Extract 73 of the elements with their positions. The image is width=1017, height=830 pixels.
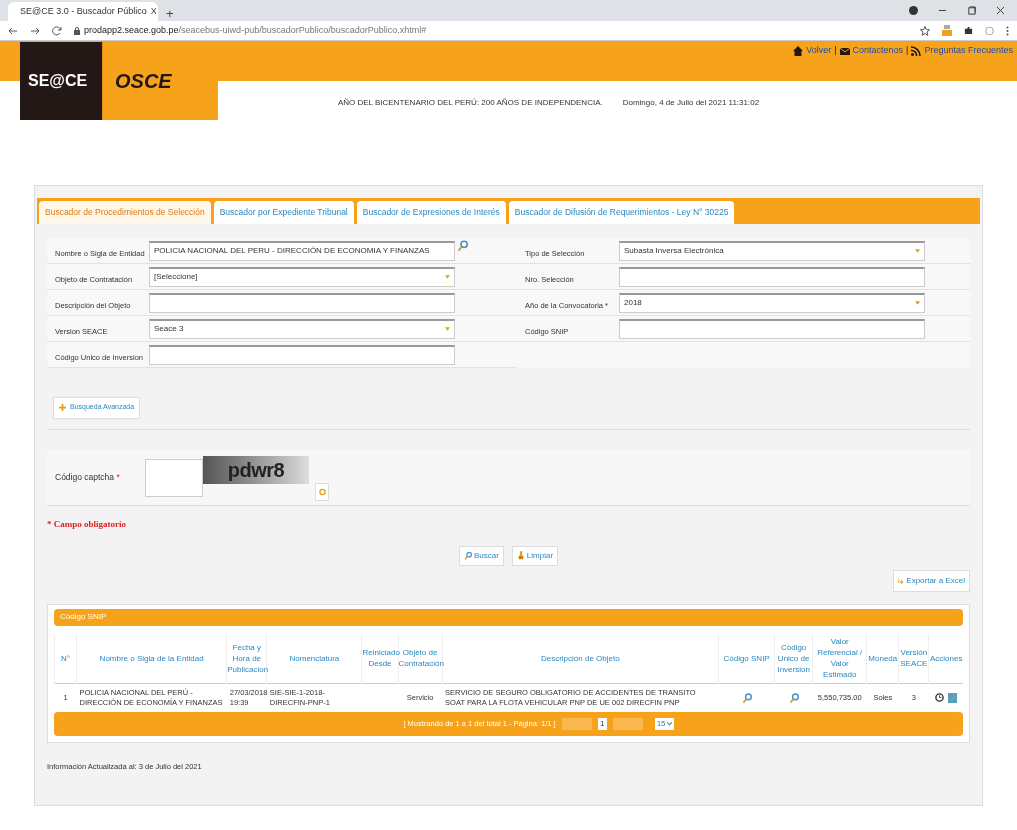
caret-icon bbox=[915, 301, 920, 305]
lock-icon bbox=[74, 26, 80, 35]
broom-icon bbox=[516, 551, 525, 560]
close-tab-button[interactable]: X bbox=[150, 4, 157, 19]
reload-icon[interactable] bbox=[52, 25, 62, 36]
captcha-image: pdwr8 bbox=[203, 456, 309, 484]
page-button[interactable]: 1 bbox=[597, 717, 607, 730]
refresh-captcha-button[interactable] bbox=[315, 483, 329, 501]
tab[interactable]: Buscador de Procedimientos de Selección bbox=[39, 201, 211, 224]
tab[interactable]: Buscador por Expediente Tribunal bbox=[213, 201, 354, 224]
caret-icon bbox=[915, 249, 920, 253]
profile-icon[interactable] bbox=[909, 6, 918, 15]
plus-icon bbox=[59, 404, 66, 411]
results-header: Código SNIP bbox=[54, 608, 963, 626]
rss-icon bbox=[911, 45, 922, 56]
back-icon[interactable] bbox=[8, 25, 18, 36]
tab-title: SE@CE 3.0 - Buscador Público bbox=[20, 4, 147, 18]
dropdown[interactable]: Seace 3 bbox=[149, 318, 455, 339]
column-header[interactable]: Versión SEACE bbox=[898, 633, 929, 684]
column-header[interactable]: Fecha y Hora de Publicacion bbox=[226, 633, 267, 684]
column-header[interactable]: Acciones bbox=[928, 633, 963, 684]
arrow-icon bbox=[898, 577, 905, 584]
column-header[interactable]: Moneda bbox=[866, 633, 899, 684]
column-header[interactable]: Nombre o Sigla de la Entidad bbox=[76, 633, 227, 684]
search-icon[interactable] bbox=[741, 691, 752, 704]
menu-icon[interactable] bbox=[1006, 25, 1009, 36]
search-icon[interactable] bbox=[788, 691, 799, 704]
link-separator: | bbox=[834, 44, 837, 57]
search-icon[interactable] bbox=[457, 239, 468, 252]
column-header[interactable]: N° bbox=[54, 633, 77, 684]
search-icon bbox=[463, 551, 472, 560]
field-label: Código captcha * bbox=[54, 471, 121, 484]
dropdown[interactable]: [Seleccione] bbox=[149, 266, 455, 287]
envelope-icon bbox=[839, 45, 850, 56]
home-icon bbox=[793, 45, 804, 56]
extension-icon[interactable] bbox=[942, 25, 952, 36]
dropdown[interactable]: Subasta Inversa Electrónica bbox=[619, 240, 925, 261]
export-excel-button[interactable]: Exportar a Excel bbox=[893, 569, 970, 592]
header-link[interactable]: Volver bbox=[806, 44, 832, 58]
link-separator: | bbox=[906, 44, 909, 57]
header-link[interactable]: Contactenos bbox=[852, 44, 904, 58]
date-text: Domingo, 4 de Julio del 2021 11:31:02 bbox=[622, 97, 760, 109]
input-field[interactable] bbox=[149, 344, 455, 365]
input-field[interactable] bbox=[619, 266, 925, 287]
tab[interactable]: Buscador de Expresiones de Interés bbox=[356, 201, 506, 224]
column-header[interactable]: Reiniciado Desde bbox=[362, 633, 399, 684]
osce-logo: OSCE bbox=[115, 69, 172, 94]
motto-text: AÑO DEL BICENTENARIO DEL PERÚ: 200 AÑOS DE INDEPENDENCIA. bbox=[337, 97, 603, 109]
column-header[interactable]: Código SNIP bbox=[718, 633, 775, 684]
action-button[interactable]: Limpiar bbox=[511, 545, 559, 566]
tab[interactable]: Buscador de Difusión de Requerimientos - Ley N° 30225 bbox=[508, 201, 735, 224]
input-field[interactable] bbox=[619, 318, 925, 339]
new-tab-button[interactable]: + bbox=[166, 7, 174, 20]
action-button[interactable]: Buscar bbox=[458, 545, 504, 566]
caret-icon bbox=[445, 327, 450, 331]
caret-icon bbox=[445, 275, 450, 279]
header-link[interactable]: Preguntas Frecuentes bbox=[924, 44, 1013, 58]
maximize-icon[interactable] bbox=[967, 6, 976, 15]
input-field[interactable]: POLICIA NACIONAL DEL PERU - DIRECCIÓN DE ECONOMIA Y FINANZAS bbox=[149, 240, 455, 261]
column-header[interactable]: Valor Referencial / Valor Estimado bbox=[812, 633, 867, 684]
seace-logo: SE@CE bbox=[28, 71, 88, 91]
page-size-dropdown[interactable]: 15 bbox=[654, 717, 674, 730]
column-header[interactable]: Código Unico de Inversion bbox=[774, 633, 813, 684]
chevron-icon bbox=[666, 721, 672, 726]
forward-icon[interactable] bbox=[30, 25, 40, 36]
clock-icon[interactable] bbox=[934, 692, 944, 702]
close-icon[interactable] bbox=[996, 6, 1005, 15]
captcha-input-field[interactable] bbox=[145, 458, 203, 497]
dropdown[interactable]: 2018 bbox=[619, 292, 925, 313]
input-field[interactable] bbox=[149, 292, 455, 313]
star-icon[interactable] bbox=[920, 25, 930, 36]
required-note: * Campo obligatorio bbox=[47, 518, 127, 531]
url-field[interactable]: prodapp2.seace.gob.pe/seacebus-uiwd-pub/buscadorPublico/buscadorPublico.xhtml# bbox=[84, 23, 427, 38]
